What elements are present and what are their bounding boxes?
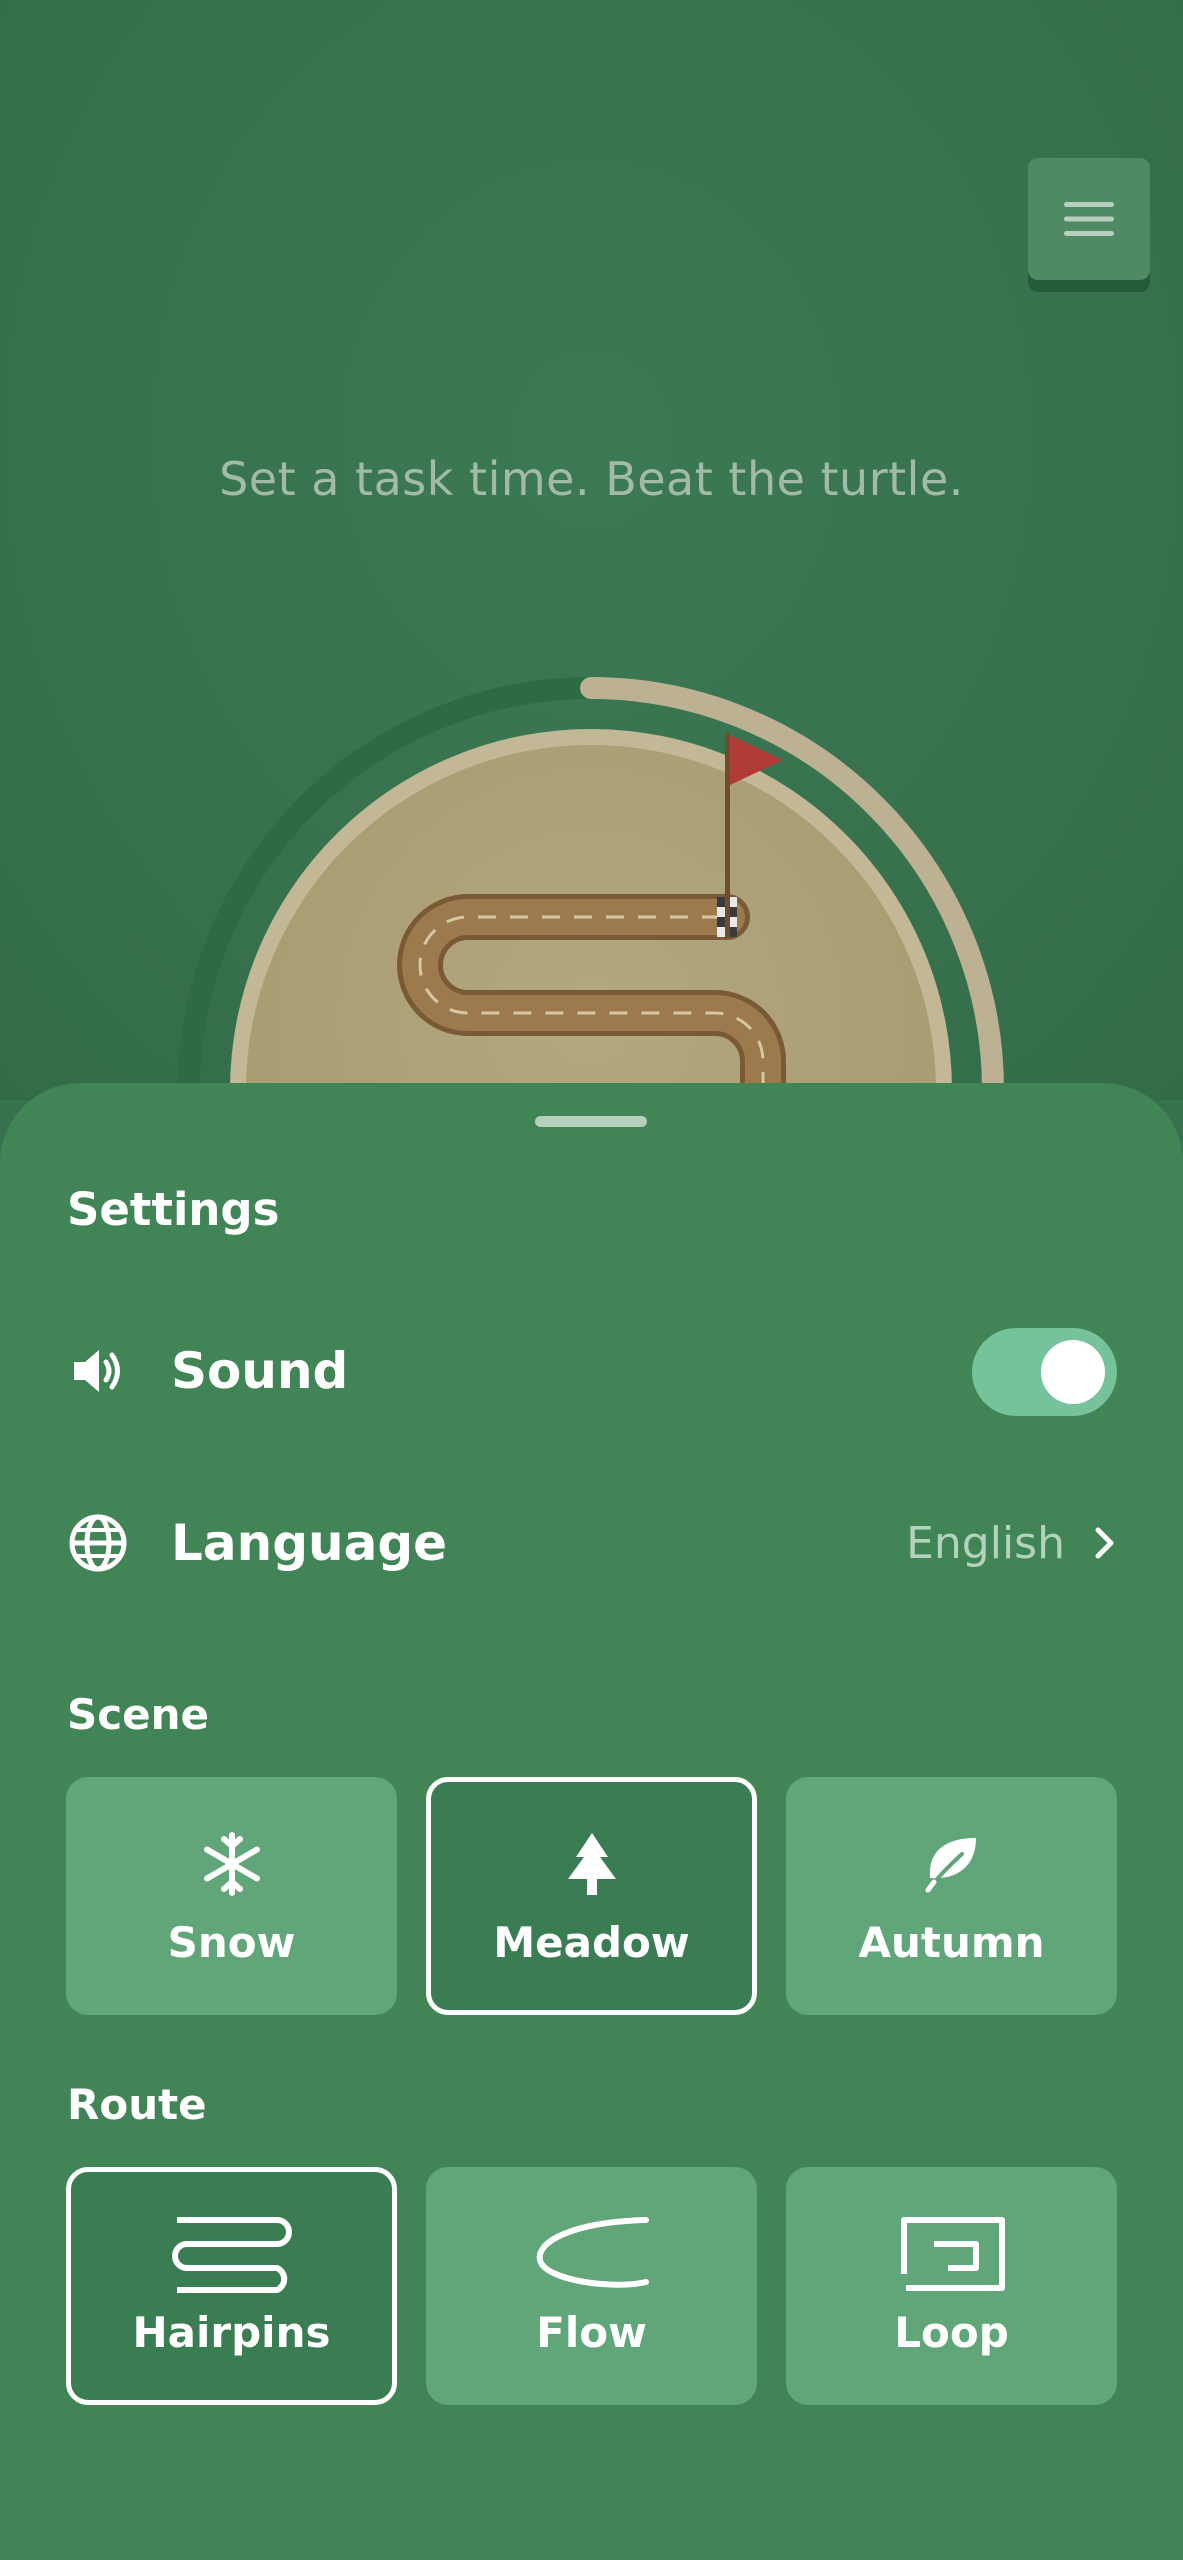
scene-option-autumn[interactable]: Autumn [786,1777,1117,2015]
sound-row[interactable]: Sound [67,1321,1117,1421]
sound-label: Sound [171,1342,349,1400]
scene-option-label: Snow [167,1917,296,1967]
route-label: Route [67,2080,207,2129]
settings-title: Settings [67,1183,280,1236]
leaf-icon [922,1826,982,1902]
sheet-drag-handle[interactable] [535,1116,647,1127]
route-option-label: Hairpins [132,2307,331,2357]
hairpins-route-icon [169,2216,295,2293]
scene-options: Snow Meadow Autumn [66,1777,1117,2015]
route-option-loop[interactable]: Loop [786,2167,1117,2405]
route-options: Hairpins Flow Loop [66,2167,1117,2405]
toggle-knob [1041,1340,1105,1404]
speaker-icon [67,1340,129,1402]
flow-route-icon [532,2216,652,2292]
scene-option-snow[interactable]: Snow [66,1777,397,2015]
language-row[interactable]: Language English [67,1493,1117,1593]
tree-icon [564,1826,620,1902]
route-option-label: Flow [536,2307,647,2357]
route-option-label: Loop [894,2307,1009,2357]
language-value: English [906,1517,1065,1569]
sound-toggle[interactable] [972,1328,1117,1416]
snowflake-icon [199,1826,265,1902]
scene-option-label: Meadow [493,1917,690,1967]
language-label: Language [171,1514,448,1572]
language-value-group[interactable]: English [906,1518,1117,1569]
globe-icon [67,1512,129,1574]
route-option-flow[interactable]: Flow [426,2167,757,2405]
chevron-right-icon [1095,1527,1114,1559]
loop-route-icon [894,2216,1010,2292]
scene-option-label: Autumn [858,1917,1045,1967]
route-option-hairpins[interactable]: Hairpins [66,2167,397,2405]
settings-sheet: Settings Sound Language English Scene Sn… [0,1083,1183,2560]
timer-dial[interactable] [0,0,1183,1090]
scene-label: Scene [67,1690,210,1739]
scene-option-meadow[interactable]: Meadow [426,1777,757,2015]
